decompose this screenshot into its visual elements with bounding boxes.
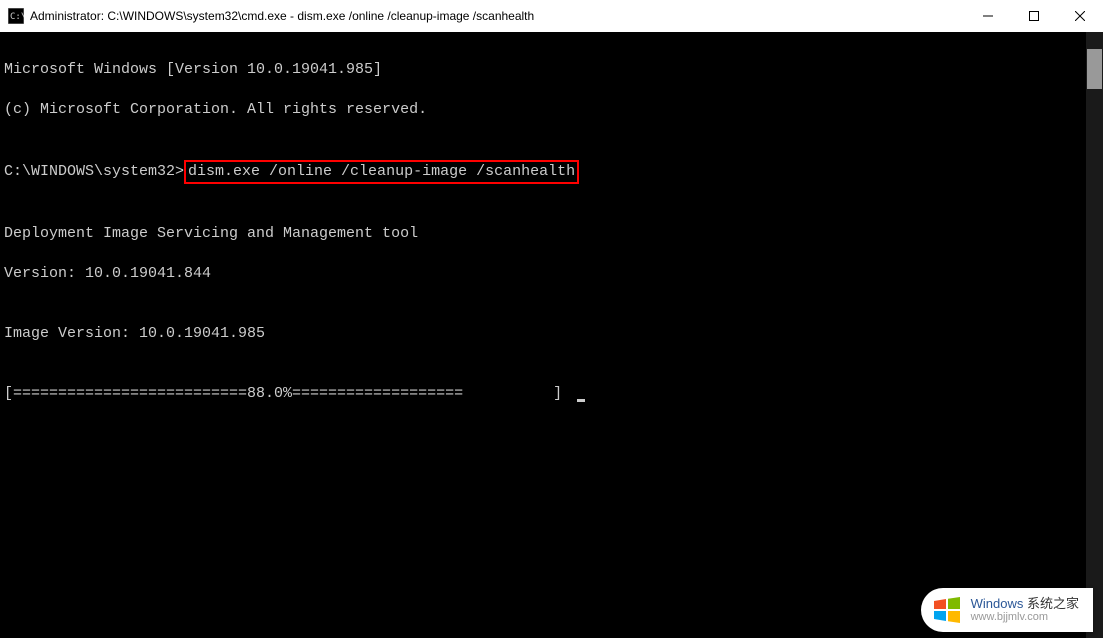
terminal-area[interactable]: Microsoft Windows [Version 10.0.19041.98… — [0, 32, 1103, 638]
progress-bar: [==========================88.0%========… — [4, 385, 571, 402]
watermark-url: www.bjjmlv.com — [971, 611, 1079, 623]
maximize-button[interactable] — [1011, 0, 1057, 32]
progress-line: [==========================88.0%========… — [4, 384, 1099, 404]
prompt: C:\WINDOWS\system32> — [4, 163, 184, 180]
output-line: Image Version: 10.0.19041.985 — [4, 324, 1099, 344]
windows-logo-icon — [931, 594, 963, 626]
scrollbar-thumb[interactable] — [1087, 49, 1102, 89]
output-line: (c) Microsoft Corporation. All rights re… — [4, 100, 1099, 120]
cmd-icon: C:\ — [8, 8, 24, 24]
window-controls — [965, 0, 1103, 32]
minimize-button[interactable] — [965, 0, 1011, 32]
watermark-text: Windows 系统之家 www.bjjmlv.com — [971, 597, 1079, 623]
output-line: Microsoft Windows [Version 10.0.19041.98… — [4, 60, 1099, 80]
watermark-title: Windows 系统之家 — [971, 597, 1079, 611]
titlebar: C:\ Administrator: C:\WINDOWS\system32\c… — [0, 0, 1103, 32]
scrollbar[interactable] — [1086, 32, 1103, 638]
svg-text:C:\: C:\ — [10, 12, 24, 22]
watermark-badge: Windows 系统之家 www.bjjmlv.com — [921, 588, 1093, 632]
cursor — [577, 399, 585, 402]
prompt-line: C:\WINDOWS\system32>dism.exe /online /cl… — [4, 160, 1099, 184]
command-highlight: dism.exe /online /cleanup-image /scanhea… — [184, 160, 579, 184]
window-title: Administrator: C:\WINDOWS\system32\cmd.e… — [30, 9, 965, 23]
output-line: Version: 10.0.19041.844 — [4, 264, 1099, 284]
close-button[interactable] — [1057, 0, 1103, 32]
output-line: Deployment Image Servicing and Managemen… — [4, 224, 1099, 244]
